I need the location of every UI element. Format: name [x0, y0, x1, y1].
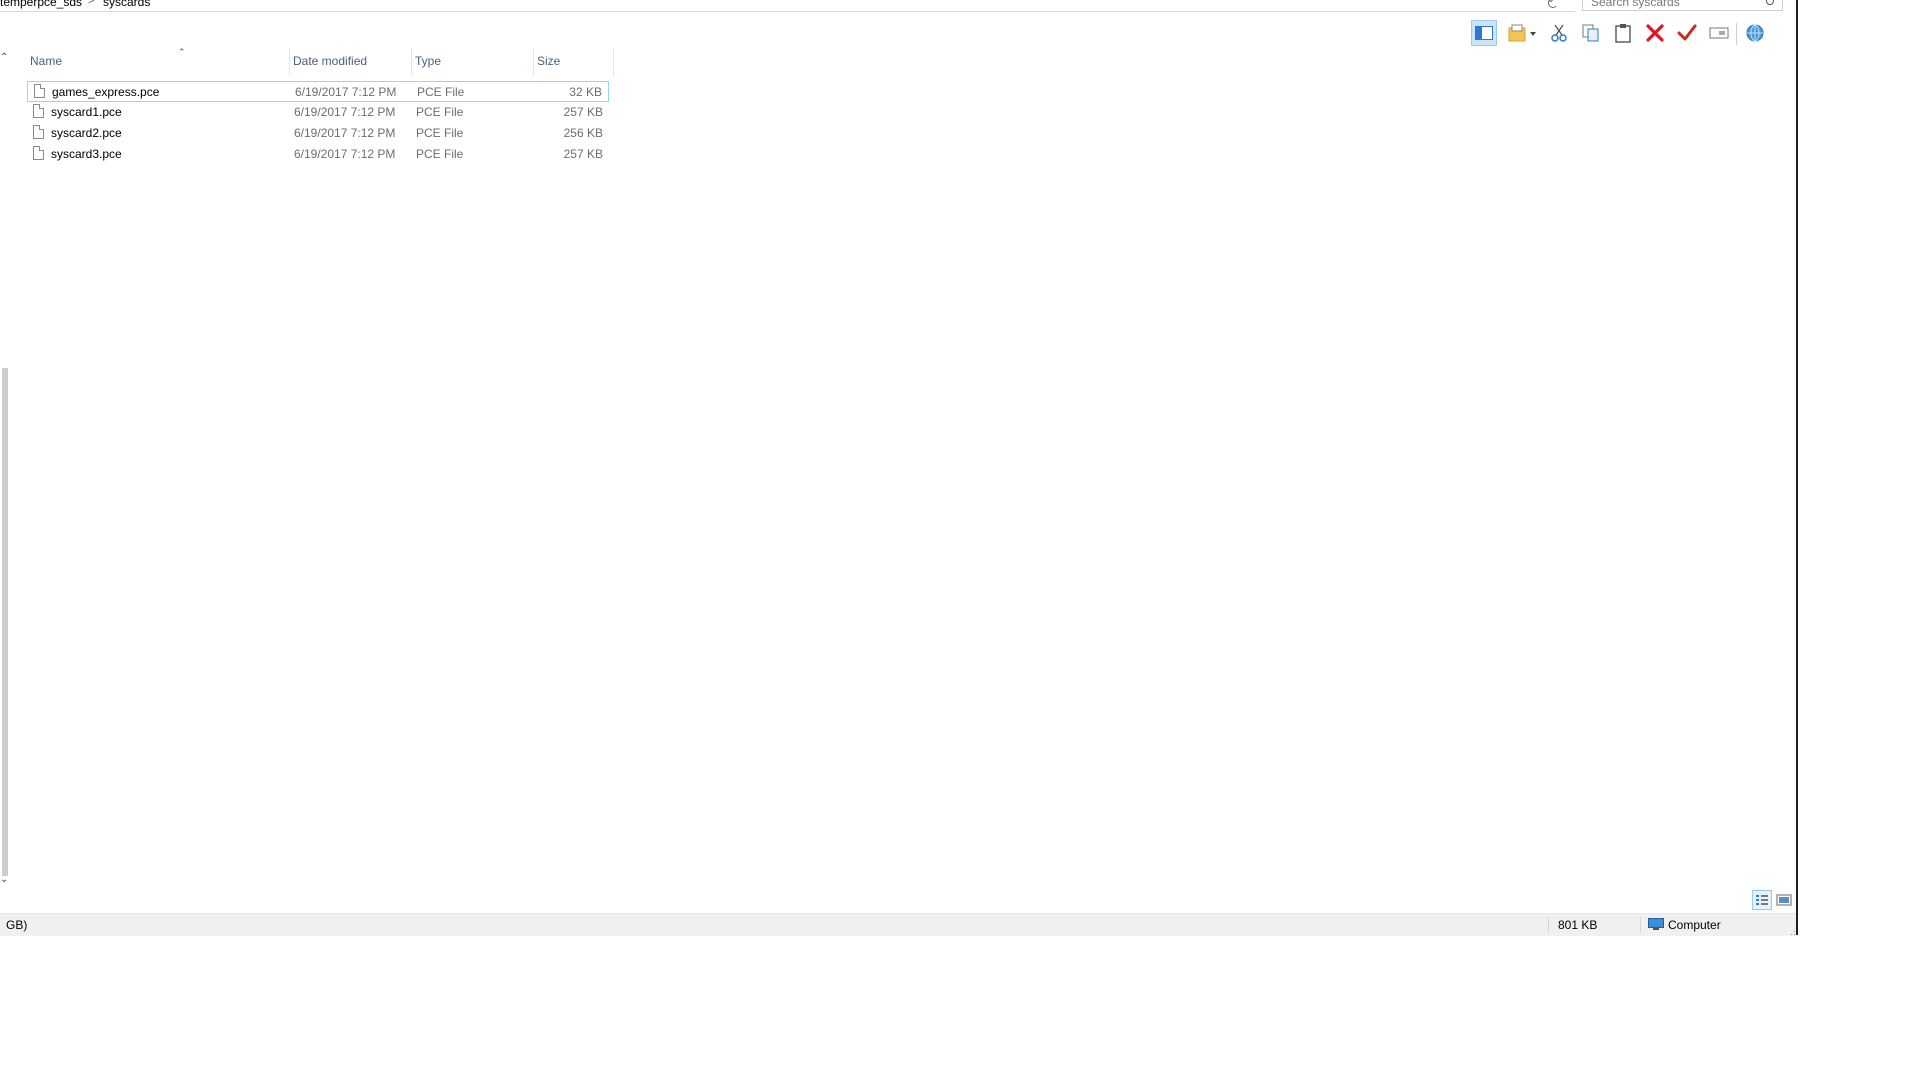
rename-button[interactable]	[1706, 20, 1732, 46]
web-button[interactable]	[1742, 20, 1768, 46]
copy-icon	[1582, 24, 1599, 42]
file-date: 6/19/2017 7:12 PM	[294, 105, 396, 119]
resize-grip-icon[interactable]	[1788, 928, 1796, 936]
file-icon	[33, 104, 44, 118]
globe-icon	[1746, 24, 1764, 42]
file-icon	[33, 125, 44, 139]
preview-pane-icon	[1475, 26, 1493, 40]
file-name[interactable]: syscard2.pce	[51, 126, 122, 140]
breadcrumb-separator: >	[88, 0, 95, 7]
apply-button[interactable]	[1674, 20, 1700, 46]
file-name[interactable]: games_express.pce	[52, 85, 159, 99]
delete-button[interactable]	[1642, 20, 1668, 46]
file-type: PCE File	[417, 85, 465, 99]
file-date: 6/19/2017 7:12 PM	[295, 85, 397, 99]
file-size: 257 KB	[563, 105, 603, 119]
scissors-icon	[1551, 24, 1567, 42]
file-list: games_express.pce 6/19/2017 7:12 PM PCE …	[27, 81, 613, 165]
rename-icon	[1709, 27, 1729, 39]
file-date: 6/19/2017 7:12 PM	[294, 147, 396, 161]
file-type: PCE File	[416, 147, 464, 161]
column-header-size[interactable]: Size	[534, 48, 613, 75]
file-name[interactable]: syscard3.pce	[51, 147, 122, 161]
status-divider	[1548, 917, 1549, 933]
cut-button[interactable]	[1546, 20, 1572, 46]
large-icons-view-button[interactable]	[1776, 892, 1792, 908]
details-view-icon	[1756, 895, 1768, 905]
close-icon	[1646, 24, 1664, 42]
preview-pane-button[interactable]	[1471, 20, 1497, 46]
file-icon	[33, 146, 44, 160]
file-size: 256 KB	[563, 126, 603, 140]
column-headers: ⌃ Name Date modified Type Size	[27, 47, 614, 75]
checkmark-icon	[1677, 24, 1697, 41]
search-icon[interactable]	[1766, 0, 1774, 5]
file-row[interactable]: syscard2.pce 6/19/2017 7:12 PM PCE File …	[27, 123, 609, 144]
column-header-date[interactable]: Date modified	[290, 48, 411, 75]
file-date: 6/19/2017 7:12 PM	[294, 126, 396, 140]
computer-icon	[1648, 918, 1664, 930]
address-bar[interactable]: temperpce_sds > syscards ⌄	[0, 0, 1575, 12]
new-folder-button[interactable]	[1504, 20, 1540, 46]
file-size: 32 KB	[569, 85, 602, 99]
file-type: PCE File	[416, 105, 464, 119]
explorer-window: temperpce_sds > syscards ⌄ Search syscar…	[0, 0, 1798, 936]
details-view-button[interactable]	[1752, 890, 1772, 910]
clipboard-icon	[1615, 24, 1631, 43]
paste-button[interactable]	[1610, 20, 1636, 46]
file-row[interactable]: syscard1.pce 6/19/2017 7:12 PM PCE File …	[27, 102, 609, 123]
column-header-type[interactable]: Type	[412, 48, 533, 75]
column-header-name[interactable]: Name	[27, 48, 289, 75]
status-divider	[1640, 917, 1641, 933]
large-icons-view-icon	[1776, 894, 1792, 906]
chevron-down-icon[interactable]: ⌄	[0, 874, 8, 885]
copy-button[interactable]	[1578, 20, 1604, 46]
file-row[interactable]: games_express.pce 6/19/2017 7:12 PM PCE …	[27, 81, 609, 102]
status-total-size: 801 KB	[1558, 918, 1598, 932]
nav-scrollbar[interactable]: ⌃ ⌄	[0, 48, 9, 888]
file-row[interactable]: syscard3.pce 6/19/2017 7:12 PM PCE File …	[27, 144, 609, 165]
file-type: PCE File	[416, 126, 464, 140]
status-bar: GB) 801 KB Computer	[0, 913, 1796, 936]
file-size: 257 KB	[563, 147, 603, 161]
folder-icon	[1508, 24, 1536, 42]
column-divider[interactable]	[613, 48, 614, 75]
breadcrumb-parent[interactable]: temperpce_sds	[0, 0, 82, 9]
search-placeholder: Search syscards	[1591, 0, 1680, 9]
scrollbar-thumb[interactable]	[2, 368, 8, 876]
file-icon	[34, 84, 45, 98]
status-free-space: GB)	[6, 918, 28, 932]
status-location: Computer	[1668, 918, 1721, 932]
breadcrumb-current[interactable]: syscards	[103, 0, 150, 9]
chevron-up-icon[interactable]: ⌃	[0, 52, 8, 63]
file-name[interactable]: syscard1.pce	[51, 105, 122, 119]
toolbar-divider	[1736, 23, 1737, 45]
search-input[interactable]: Search syscards	[1582, 0, 1783, 11]
